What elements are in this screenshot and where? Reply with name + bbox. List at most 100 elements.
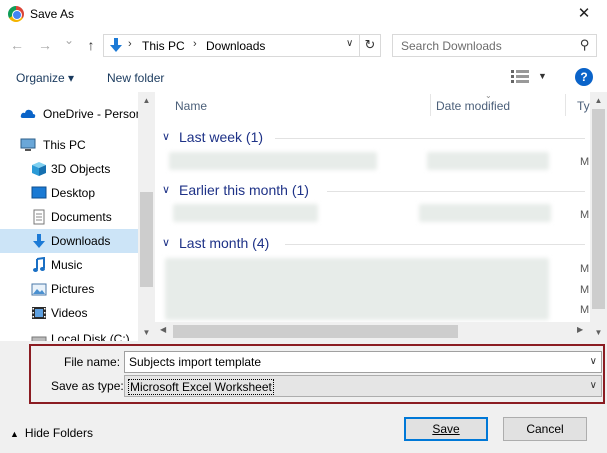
- sidebar-item-desktop[interactable]: Desktop: [0, 181, 138, 205]
- help-icon[interactable]: ?: [575, 68, 593, 86]
- scroll-up-arrow-icon[interactable]: ▲: [138, 96, 155, 105]
- group-label: Last week (1): [179, 129, 264, 145]
- breadcrumb-downloads[interactable]: Downloads: [206, 39, 265, 53]
- file-date-redacted: [427, 152, 549, 170]
- breadcrumb-separator: ›: [128, 38, 132, 50]
- pictures-icon: [31, 283, 47, 296]
- recent-locations-chevron-icon[interactable]: ⌄: [60, 33, 78, 47]
- sidebar-item-label: Documents: [51, 210, 112, 224]
- sidebar-item-documents[interactable]: Documents: [0, 205, 138, 229]
- video-icon: [32, 307, 46, 319]
- file-list-vertical-scrollbar[interactable]: ▲ ▼: [590, 92, 607, 341]
- organize-button[interactable]: Organize ▾: [16, 71, 74, 85]
- sidebar-item-local-disk[interactable]: Local Disk (C:): [0, 327, 138, 341]
- sidebar-item-pictures[interactable]: Pictures: [0, 277, 138, 301]
- save-button-label: Save: [432, 422, 460, 436]
- scrollbar-thumb[interactable]: [592, 109, 605, 309]
- sidebar-item-music[interactable]: Music: [0, 253, 138, 277]
- sort-indicator-icon: ⌄: [485, 92, 492, 100]
- forward-arrow-icon[interactable]: →: [36, 37, 54, 53]
- group-divider: [327, 191, 585, 192]
- file-list: Name Date modified ⌄ Ty ∨ Last week (1) …: [155, 92, 607, 341]
- breadcrumb-separator: ›: [193, 38, 197, 50]
- cloud-icon: [20, 109, 36, 118]
- sidebar-item-label: 3D Objects: [51, 162, 111, 176]
- column-divider[interactable]: [565, 94, 566, 116]
- column-header-type[interactable]: Ty: [577, 99, 590, 113]
- chevron-down-icon[interactable]: ∨: [590, 356, 597, 367]
- sidebar-item-videos[interactable]: Videos: [0, 301, 138, 325]
- up-arrow-icon[interactable]: ↑: [82, 37, 100, 53]
- search-input[interactable]: Search Downloads: [401, 39, 502, 53]
- chrome-icon: [8, 6, 24, 22]
- collapse-chevron-icon[interactable]: ∨: [162, 236, 170, 249]
- file-name-input[interactable]: Subjects import template: [129, 355, 261, 369]
- file-type: M: [580, 209, 590, 221]
- sidebar-item-this-pc[interactable]: This PC: [0, 133, 138, 157]
- scroll-down-arrow-icon[interactable]: ▼: [138, 328, 155, 337]
- refresh-icon[interactable]: ↻: [359, 35, 380, 56]
- scrollbar-thumb[interactable]: [140, 192, 153, 287]
- address-dropdown-icon[interactable]: ∨: [346, 38, 353, 49]
- collapse-chevron-icon[interactable]: ∨: [162, 183, 170, 196]
- group-header-last-month[interactable]: ∨ Last month (4): [155, 233, 585, 255]
- back-arrow-icon[interactable]: ←: [8, 37, 26, 53]
- computer-icon: [20, 138, 36, 151]
- save-as-type-select[interactable]: Microsoft Excel Worksheet ∨: [124, 375, 602, 397]
- file-rows-redacted[interactable]: [165, 258, 549, 320]
- group-divider: [285, 244, 585, 245]
- breadcrumb-this-pc[interactable]: This PC: [142, 39, 185, 53]
- scroll-down-arrow-icon[interactable]: ▼: [590, 328, 607, 337]
- sidebar-item-onedrive[interactable]: OneDrive - Person: [0, 102, 142, 126]
- hide-folders-label: Hide Folders: [24, 426, 93, 440]
- file-type: M: [580, 263, 590, 275]
- sidebar-item-label: Downloads: [51, 234, 111, 248]
- chevron-down-icon[interactable]: ∨: [590, 380, 597, 391]
- column-header-date-modified[interactable]: Date modified: [436, 99, 510, 113]
- scroll-left-arrow-icon[interactable]: ◀: [160, 325, 166, 334]
- file-name-field[interactable]: Subjects import template ∨: [124, 351, 602, 373]
- file-row-redacted[interactable]: [173, 204, 318, 222]
- save-as-type-value: Microsoft Excel Worksheet: [128, 379, 274, 395]
- sidebar-item-label: Local Disk (C:): [51, 332, 130, 341]
- column-divider[interactable]: [430, 94, 431, 116]
- file-date-redacted: [419, 204, 551, 222]
- collapse-chevron-icon[interactable]: ∨: [162, 130, 170, 143]
- scroll-up-arrow-icon[interactable]: ▲: [590, 96, 607, 105]
- address-bar[interactable]: › This PC › Downloads ∨ ↻: [103, 34, 381, 57]
- file-type: M: [580, 156, 590, 168]
- file-list-horizontal-scrollbar[interactable]: ◀ ▶: [155, 322, 590, 341]
- close-button[interactable]: ✕: [561, 0, 607, 30]
- column-header-name[interactable]: Name: [175, 99, 207, 113]
- navigation-pane-scrollbar[interactable]: ▲ ▼: [138, 92, 155, 341]
- drive-icon: [31, 336, 47, 341]
- title-bar: Save As ✕: [0, 0, 607, 30]
- search-box[interactable]: Search Downloads ⚲: [392, 34, 597, 57]
- group-header-last-week[interactable]: ∨ Last week (1): [155, 127, 585, 149]
- chevron-up-icon: ▲: [10, 429, 19, 439]
- download-icon: [33, 234, 45, 248]
- downloads-folder-icon: [110, 38, 122, 52]
- hide-folders-button[interactable]: ▲ Hide Folders: [10, 426, 93, 440]
- document-icon: [33, 209, 45, 225]
- sidebar-item-3d-objects[interactable]: 3D Objects: [0, 157, 138, 181]
- desktop-icon: [31, 186, 47, 199]
- save-button[interactable]: Save: [404, 417, 488, 441]
- navigation-bar: ← → ⌄ ↑ › This PC › Downloads ∨ ↻ Search…: [0, 30, 607, 62]
- file-row-redacted[interactable]: [169, 152, 377, 170]
- command-bar: Organize ▾ New folder ▼ ?: [0, 62, 607, 92]
- save-form-area: File name: Subjects import template ∨ Sa…: [0, 341, 607, 453]
- cancel-button[interactable]: Cancel: [503, 417, 587, 441]
- sidebar-item-downloads[interactable]: Downloads: [0, 229, 138, 253]
- view-options-icon[interactable]: [511, 70, 529, 83]
- sidebar-item-label: This PC: [43, 138, 86, 152]
- scrollbar-thumb[interactable]: [173, 325, 458, 338]
- file-type: M: [580, 304, 590, 316]
- scroll-right-arrow-icon[interactable]: ▶: [577, 325, 583, 334]
- view-dropdown-icon[interactable]: ▼: [538, 71, 547, 81]
- window-title: Save As: [30, 7, 75, 21]
- new-folder-button[interactable]: New folder: [107, 71, 164, 85]
- group-header-earlier-this-month[interactable]: ∨ Earlier this month (1): [155, 180, 585, 202]
- column-headers: Name Date modified ⌄ Ty: [155, 92, 607, 118]
- music-icon: [33, 257, 45, 272]
